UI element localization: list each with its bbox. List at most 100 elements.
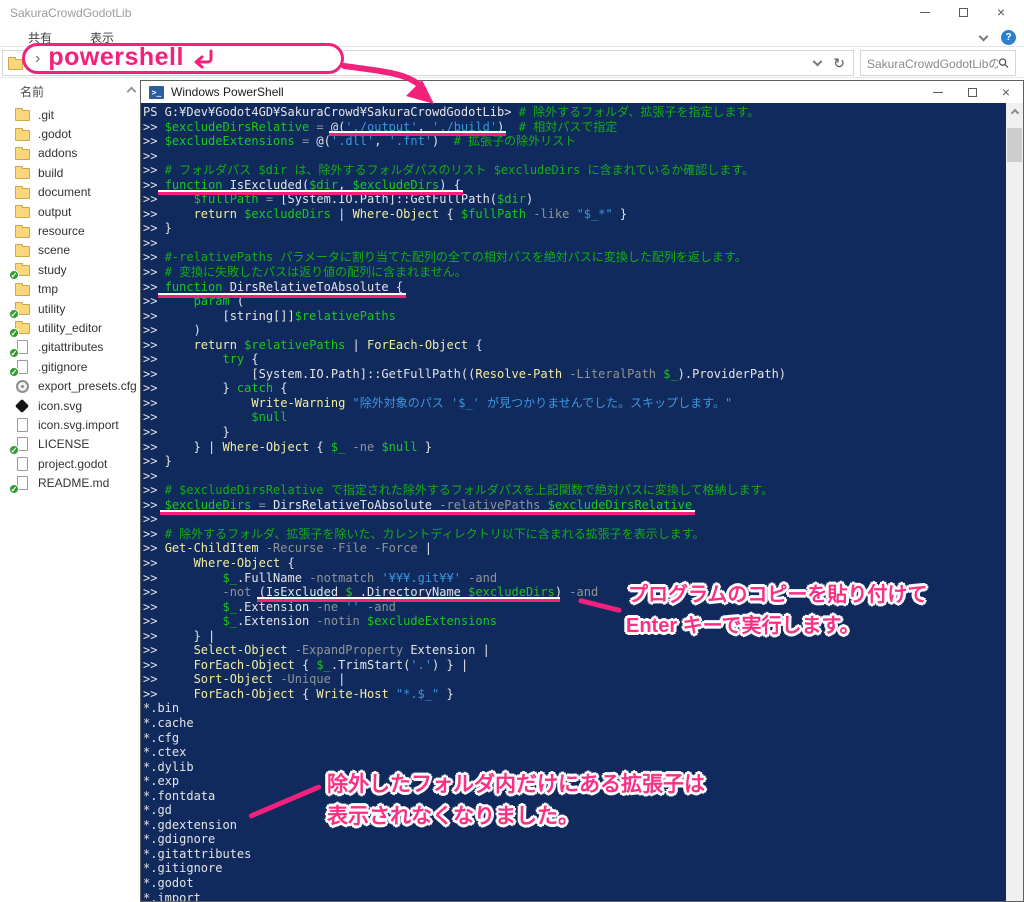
list-item[interactable]: document: [14, 183, 140, 202]
list-item[interactable]: resource: [14, 221, 140, 240]
list-item[interactable]: ✓study: [14, 260, 140, 279]
scrollbar-thumb[interactable]: [1007, 128, 1022, 162]
terminal-line: *.dylib: [143, 760, 1023, 775]
folder-icon: [14, 127, 30, 142]
list-item[interactable]: .git: [14, 105, 140, 124]
screenshot-root: SakuraCrowdGodotLib × 共有 表示 ? › Godot4GD › S…: [0, 0, 1024, 902]
terminal-line: >> } | Where-Object { $_ -ne $null }: [143, 440, 1023, 455]
file-name: .gitattributes: [38, 340, 103, 354]
terminal-line: *.gdignore: [143, 832, 1023, 847]
breadcrumb-chevron-icon: ›: [197, 56, 201, 71]
breadcrumb-item[interactable]: SakuraCrowd: [117, 56, 190, 70]
terminal-line: >> # $excludeDirsRelative で指定された除外するフォルダ…: [143, 483, 1023, 498]
terminal-line: >> }: [143, 454, 1023, 469]
file-name: tmp: [38, 282, 58, 296]
list-item[interactable]: .godot: [14, 124, 140, 143]
folder-icon: [14, 204, 30, 219]
inkscape-icon: [14, 398, 30, 413]
breadcrumb-chevron-icon: ›: [106, 56, 110, 71]
list-item[interactable]: scene: [14, 241, 140, 260]
file-icon: ✓: [14, 340, 30, 355]
file-name: .git: [38, 108, 54, 122]
powershell-window: >_ Windows PowerShell × PS G:¥Dev¥Godot4…: [140, 80, 1024, 902]
list-item[interactable]: addons: [14, 144, 140, 163]
explorer-maximize-button[interactable]: [944, 0, 982, 24]
terminal-line: >> $null: [143, 410, 1023, 425]
list-item[interactable]: ✓README.md: [14, 473, 140, 492]
list-item[interactable]: icon.svg: [14, 396, 140, 415]
search-input[interactable]: SakuraCrowdGodotLibの...: [860, 50, 1016, 76]
list-item[interactable]: icon.svg.import: [14, 415, 140, 434]
terminal-line: *.bin: [143, 701, 1023, 716]
file-name: addons: [38, 146, 77, 160]
explorer-window-title: SakuraCrowdGodotLib: [10, 6, 131, 20]
terminal-line: >> # 除外するフォルダ、拡張子を除いた、カレントディレクトリ以下に含まれる拡…: [143, 527, 1023, 542]
list-item[interactable]: ✓LICENSE: [14, 435, 140, 454]
list-item[interactable]: ✓ .gitattributes: [14, 338, 140, 357]
powershell-maximize-button[interactable]: [955, 81, 989, 103]
address-dropdown-chevron-icon[interactable]: [813, 57, 823, 67]
folder-icon: [14, 185, 30, 200]
terminal-line: >>: [143, 149, 1023, 164]
list-item[interactable]: ✓utility_editor: [14, 318, 140, 337]
terminal-line: >> #-relativePaths パラメータに割り当てた配列の全ての相対パス…: [143, 250, 1023, 265]
list-item[interactable]: build: [14, 163, 140, 182]
terminal-line: PS G:¥Dev¥Godot4GD¥SakuraCrowd¥SakuraCro…: [143, 105, 1023, 120]
terminal-line: >> Get-ChildItem -Recurse -File -Force |: [143, 541, 1023, 556]
file-name: .godot: [38, 127, 71, 141]
breadcrumb-item[interactable]: Godot4GD: [41, 56, 98, 70]
terminal-line: >> Write-Warning "除外対象のパス '$_' が見つかりませんで…: [143, 396, 1023, 411]
minimize-icon: [933, 92, 943, 93]
folder-icon: [14, 282, 30, 297]
powershell-window-title: Windows PowerShell: [171, 85, 284, 99]
folder-icon: ✓: [14, 262, 30, 277]
refresh-icon[interactable]: ↻: [833, 56, 845, 70]
file-list: .git .godot addons build documentoutputresou…: [14, 105, 140, 493]
terminal-output[interactable]: PS G:¥Dev¥Godot4GD¥SakuraCrowd¥SakuraCro…: [141, 103, 1023, 901]
explorer-minimize-button[interactable]: [906, 0, 944, 24]
breadcrumb: ›Godot4GD›SakuraCrowd›SakuraCrowdGodotLi…: [23, 56, 330, 71]
list-item[interactable]: ✓utility: [14, 299, 140, 318]
close-icon: ×: [997, 5, 1005, 19]
terminal-line: >> return $relativePaths | ForEach-Objec…: [143, 338, 1023, 353]
ribbon-tab[interactable]: 表示: [90, 29, 114, 46]
file-icon: ✓: [14, 437, 30, 452]
terminal-line: *.godot: [143, 876, 1023, 891]
gear-icon: [14, 379, 30, 394]
powershell-close-button[interactable]: ×: [989, 81, 1023, 103]
column-header-name[interactable]: 名前: [0, 80, 140, 100]
scroll-up-button[interactable]: [1006, 103, 1023, 120]
powershell-minimize-button[interactable]: [921, 81, 955, 103]
terminal-line: >>: [143, 469, 1023, 484]
terminal-line: >> $excludeExtensions = @('.dll', '.fnt'…: [143, 134, 1023, 149]
checkmark-overlay-icon: ✓: [9, 348, 19, 358]
terminal-line: >> $_.FullName -notmatch '¥¥¥.git¥¥' -an…: [143, 571, 1023, 586]
terminal-scrollbar[interactable]: [1006, 103, 1023, 901]
list-item[interactable]: export_presets.cfg: [14, 376, 140, 395]
terminal-line: *.gitattributes: [143, 847, 1023, 862]
checkmark-overlay-icon: ✓: [9, 445, 19, 455]
help-icon[interactable]: ?: [1001, 30, 1016, 45]
explorer-close-button[interactable]: ×: [982, 0, 1020, 24]
ribbon-tab[interactable]: 共有: [28, 29, 52, 46]
terminal-line: *.cache: [143, 716, 1023, 731]
list-item[interactable]: ✓.gitignore: [14, 357, 140, 376]
list-item[interactable]: output: [14, 202, 140, 221]
file-name: .gitignore: [38, 360, 87, 374]
search-text: SakuraCrowdGodotLibの...: [867, 55, 998, 72]
list-item[interactable]: project.godot: [14, 454, 140, 473]
maximize-icon: [959, 8, 968, 17]
terminal-line: >> Select-Object -ExpandProperty Extensi…: [143, 643, 1023, 658]
powershell-titlebar[interactable]: >_ Windows PowerShell ×: [141, 81, 1023, 103]
terminal-line: >> # 変換に失敗したパスは返り値の配列に含まれません。: [143, 265, 1023, 280]
folder-icon: [14, 224, 30, 239]
address-bar[interactable]: ›Godot4GD›SakuraCrowd›SakuraCrowdGodotLi…: [2, 50, 854, 76]
breadcrumb-item[interactable]: SakuraCrowdGodotLib: [208, 56, 329, 70]
terminal-line: >> function DirsRelativeToAbsolute {: [143, 280, 1023, 295]
ribbon-collapse-chevron-icon[interactable]: [979, 31, 989, 41]
list-item[interactable]: tmp: [14, 280, 140, 299]
file-name: build: [38, 166, 63, 180]
terminal-line: >> }: [143, 425, 1023, 440]
terminal-line: >> ForEach-Object { Write-Host "*.$_" }: [143, 687, 1023, 702]
terminal-line: >> $_.Extension -notin $excludeExtension…: [143, 614, 1023, 629]
